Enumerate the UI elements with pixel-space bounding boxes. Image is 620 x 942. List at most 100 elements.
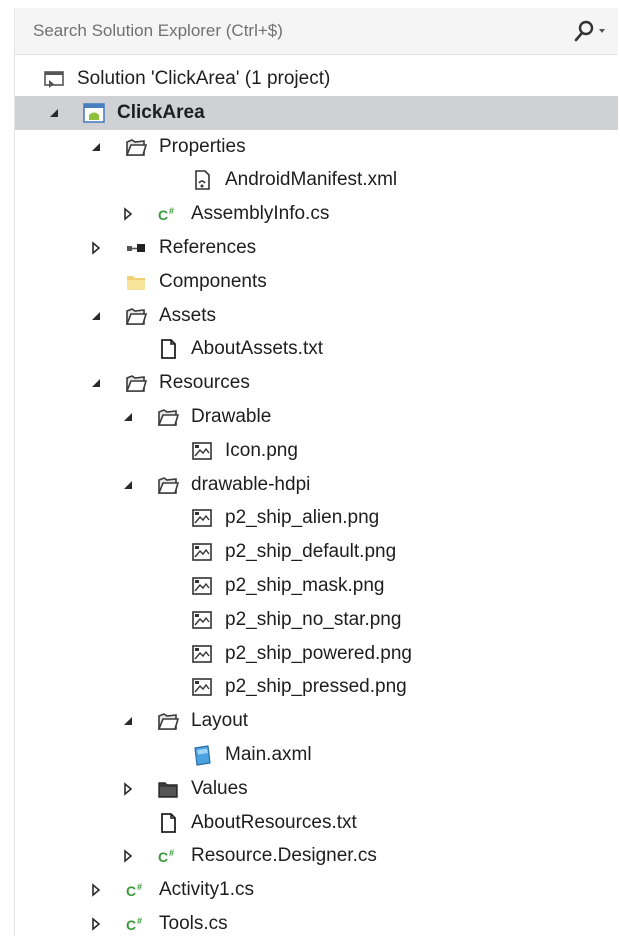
expanded-arrow-icon[interactable]: [121, 410, 135, 424]
collapsed-arrow-icon[interactable]: [89, 241, 103, 255]
tree-item[interactable]: AboutAssets.txt: [15, 332, 618, 366]
android-project-icon: [83, 102, 105, 124]
tree-item-label: Assets: [159, 304, 217, 326]
svg-text:#: #: [169, 206, 174, 216]
references-icon: [125, 237, 147, 259]
tree-item[interactable]: p2_ship_no_star.png: [15, 603, 618, 637]
expanded-arrow-icon[interactable]: [121, 478, 135, 492]
axml-file-icon: [191, 744, 213, 766]
image-file-icon: [191, 676, 213, 698]
tree-item-label: AboutAssets.txt: [191, 338, 324, 360]
tree-item[interactable]: Icon.png: [15, 434, 618, 468]
tree-item[interactable]: AndroidManifest.xml: [15, 163, 618, 197]
text-file-icon: [157, 812, 179, 834]
manifest-file-icon: [191, 169, 213, 191]
image-file-icon: [191, 507, 213, 529]
tree-item[interactable]: Layout: [15, 704, 618, 738]
tree-item[interactable]: p2_ship_pressed.png: [15, 670, 618, 704]
tree-item-label: Tools.cs: [159, 912, 228, 934]
image-file-icon: [191, 541, 213, 563]
tree-item-label: Properties: [159, 135, 246, 157]
folder-open-icon: [157, 474, 179, 496]
tree-item[interactable]: Resources: [15, 366, 618, 400]
tree-item[interactable]: Values: [15, 772, 618, 806]
search-input[interactable]: [33, 16, 553, 46]
tree-item-label: References: [159, 236, 257, 258]
folder-closed-icon: [157, 778, 179, 800]
expanded-arrow-icon[interactable]: [89, 376, 103, 390]
tree-item-label: p2_ship_no_star.png: [225, 608, 402, 630]
tree-item[interactable]: Assets: [15, 299, 618, 333]
solution-explorer-panel: Solution 'ClickArea' (1 project) ClickAre…: [14, 8, 618, 936]
tree-item-label: p2_ship_pressed.png: [225, 676, 407, 698]
expanded-arrow-icon[interactable]: [89, 140, 103, 154]
text-file-icon: [157, 338, 179, 360]
image-file-icon: [191, 609, 213, 631]
collapsed-arrow-icon[interactable]: [89, 917, 103, 931]
folder-open-icon: [125, 305, 147, 327]
tree-item-label: Components: [159, 270, 267, 292]
tree-item-label: Values: [191, 777, 248, 799]
tree-item-label: AssemblyInfo.cs: [191, 203, 330, 225]
expanded-arrow-icon[interactable]: [47, 106, 61, 120]
expanded-arrow-icon[interactable]: [89, 309, 103, 323]
tree-item[interactable]: Properties: [15, 130, 618, 164]
expanded-arrow-icon[interactable]: [121, 714, 135, 728]
tree-item-label: Drawable: [191, 405, 272, 427]
tree-item[interactable]: p2_ship_powered.png: [15, 637, 618, 671]
tree-item[interactable]: Main.axml: [15, 738, 618, 772]
tree-item[interactable]: p2_ship_alien.png: [15, 501, 618, 535]
tree-item-label: p2_ship_mask.png: [225, 574, 385, 596]
tree-item[interactable]: C # Tools.cs: [15, 907, 618, 941]
collapsed-arrow-icon[interactable]: [121, 849, 135, 864]
svg-text:C: C: [126, 917, 136, 933]
tree-item-label: drawable-hdpi: [191, 473, 311, 495]
csharp-file-icon: C #: [125, 913, 147, 935]
tree-item[interactable]: Components: [15, 265, 618, 299]
solution-tree: Solution 'ClickArea' (1 project) ClickAre…: [15, 62, 618, 941]
tree-item[interactable]: C # AssemblyInfo.cs: [15, 197, 618, 231]
svg-text:C: C: [126, 883, 136, 899]
tree-item[interactable]: p2_ship_default.png: [15, 535, 618, 569]
collapsed-arrow-icon[interactable]: [89, 883, 103, 897]
svg-text:C: C: [158, 849, 168, 865]
folder-open-icon: [125, 372, 147, 394]
tree-item-label: Resources: [159, 372, 250, 394]
svg-text:#: #: [137, 882, 142, 892]
folder-open-icon: [157, 406, 179, 428]
search-icon: [574, 20, 605, 42]
tree-item[interactable]: C # Activity1.cs: [15, 873, 618, 907]
tree-item[interactable]: AboutResources.txt: [15, 806, 618, 840]
csharp-file-icon: C #: [157, 845, 179, 867]
tree-item-label: p2_ship_alien.png: [225, 507, 380, 529]
tree-item-label: p2_ship_default.png: [225, 541, 397, 563]
image-file-icon: [191, 440, 213, 462]
tree-item-label: AndroidManifest.xml: [225, 169, 398, 191]
image-file-icon: [191, 643, 213, 665]
collapsed-arrow-icon[interactable]: [121, 207, 135, 221]
components-folder-icon: [125, 271, 147, 293]
tree-item[interactable]: p2_ship_mask.png: [15, 569, 618, 603]
folder-open-icon: [157, 710, 179, 732]
folder-open-icon: [125, 136, 147, 158]
tree-item-label: p2_ship_powered.png: [225, 642, 412, 664]
csharp-file-icon: C #: [157, 203, 179, 225]
tree-item[interactable]: References: [15, 231, 618, 265]
tree-item[interactable]: drawable-hdpi: [15, 468, 618, 502]
svg-text:C: C: [158, 207, 168, 223]
svg-text:#: #: [137, 916, 142, 926]
collapsed-arrow-icon[interactable]: [121, 782, 135, 796]
svg-text:#: #: [169, 848, 174, 858]
tree-item-label: ClickArea: [117, 101, 205, 123]
tree-item-label: Resource.Designer.cs: [191, 845, 377, 867]
dropdown-arrow-icon: [599, 29, 605, 33]
tree-item[interactable]: Solution 'ClickArea' (1 project): [15, 62, 618, 96]
search-options-button[interactable]: [570, 16, 614, 46]
solution-icon: [43, 68, 65, 90]
tree-item[interactable]: Drawable: [15, 400, 618, 434]
tree-item-label: Activity1.cs: [159, 879, 255, 901]
tree-item[interactable]: C # Resource.Designer.cs: [15, 839, 618, 873]
tree-item[interactable]: ClickArea: [15, 95, 618, 130]
tree-item-label: Main.axml: [225, 743, 312, 765]
tree-item-label: Layout: [191, 710, 249, 732]
